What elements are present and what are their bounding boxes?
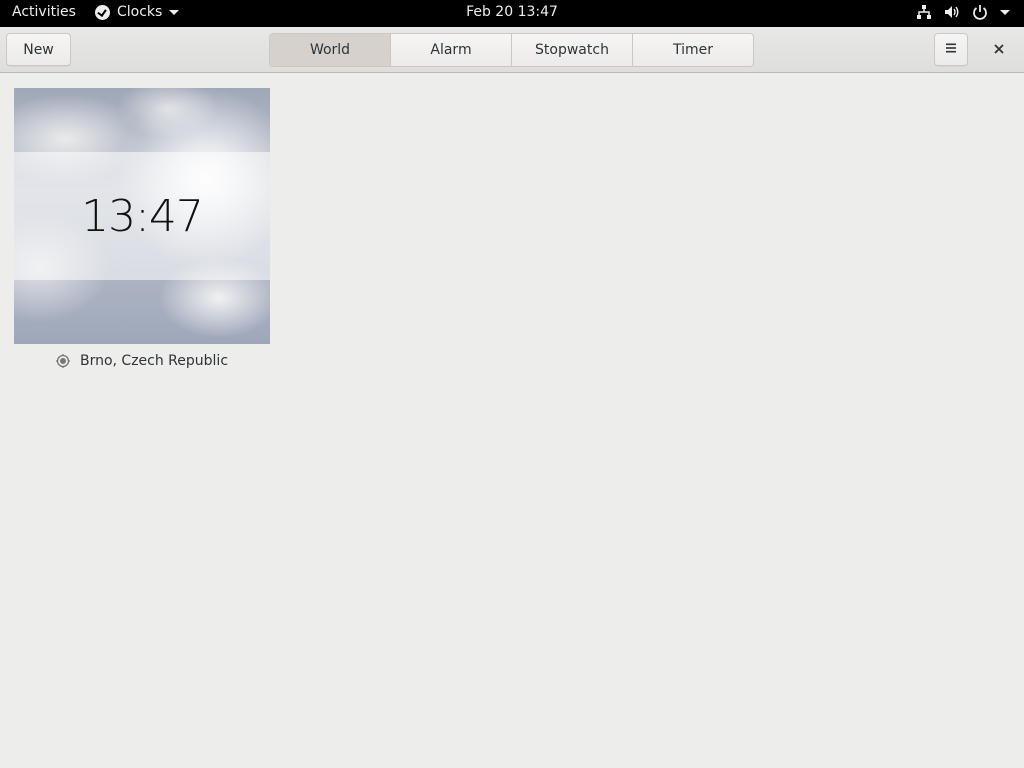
world-clock-time: 13:47 (81, 190, 204, 242)
tab-stopwatch[interactable]: Stopwatch (512, 34, 633, 66)
current-location-icon (55, 354, 70, 368)
top-bar: Activities Clocks Feb 20 13:47 (0, 0, 1024, 27)
world-clocks-view: 13:47 Brno, Czech Republic (0, 74, 1024, 768)
tab-world[interactable]: World (270, 34, 391, 66)
world-clock-tile[interactable]: 13:47 (14, 88, 270, 344)
tab-timer[interactable]: Timer (633, 34, 753, 66)
location-label: Brno, Czech Republic (79, 353, 229, 369)
new-button[interactable]: New (6, 33, 71, 66)
activities-button[interactable]: Activities (12, 4, 76, 20)
hamburger-menu-icon (945, 42, 957, 58)
clocks-app-icon (95, 4, 110, 20)
tab-alarm[interactable]: Alarm (391, 34, 512, 66)
network-icon (916, 4, 932, 20)
view-switcher: World Alarm Stopwatch Timer (269, 33, 754, 67)
system-status-area[interactable] (916, 4, 1010, 20)
power-icon (972, 4, 988, 20)
app-menu-label: Clocks (117, 4, 163, 20)
volume-icon (944, 4, 960, 20)
menu-button[interactable] (934, 33, 968, 66)
close-icon (994, 42, 1004, 58)
chevron-down-icon (1000, 9, 1010, 15)
header-bar: New World Alarm Stopwatch Timer (0, 27, 1024, 73)
close-button[interactable] (985, 37, 1013, 63)
world-clock-location: Brno, Czech Republic (14, 350, 270, 372)
top-bar-datetime[interactable]: Feb 20 13:47 (466, 4, 558, 20)
chevron-down-icon (169, 9, 180, 15)
app-menu[interactable]: Clocks (95, 4, 180, 20)
